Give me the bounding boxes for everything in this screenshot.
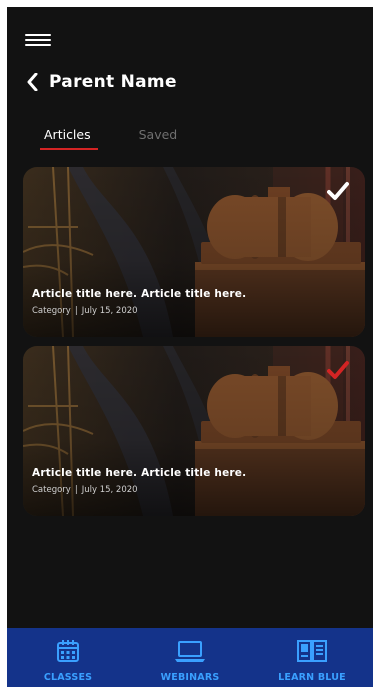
menu-icon[interactable] (25, 33, 51, 49)
nav-webinars[interactable]: WEBINARS (135, 628, 245, 687)
tab-saved-label: Saved (138, 127, 178, 142)
article-meta: Category | July 15, 2020 (32, 306, 138, 316)
article-title: Article title here. Article title here. (32, 467, 247, 479)
nav-classes-label: CLASSES (43, 672, 93, 683)
meta-separator: | (74, 485, 78, 495)
active-tab-indicator (40, 148, 98, 150)
tab-saved[interactable]: Saved (135, 127, 182, 157)
calendar-icon (56, 638, 80, 664)
article-card[interactable]: Article title here. Article title here. … (23, 167, 365, 337)
article-category: Category (32, 485, 71, 495)
article-category: Category (32, 306, 71, 316)
bookmark-check-icon[interactable] (327, 181, 349, 201)
back-chevron-icon[interactable] (23, 70, 41, 94)
nav-classes[interactable]: CLASSES (13, 628, 123, 687)
app-screen: Parent Name Articles Saved Article title… (7, 7, 373, 687)
meta-separator: | (74, 306, 78, 316)
article-title: Article title here. Article title here. (32, 288, 247, 300)
nav-webinars-label: WEBINARS (160, 672, 220, 683)
tab-articles[interactable]: Articles (40, 127, 98, 157)
tab-articles-label: Articles (44, 127, 91, 142)
bottom-nav: CLASSES WEBINARS LEARN BLUE (7, 628, 373, 687)
article-date: July 15, 2020 (81, 306, 138, 316)
article-date: July 15, 2020 (81, 485, 138, 495)
tab-bar: Articles Saved (40, 127, 181, 157)
page-header: Parent Name (23, 67, 177, 97)
book-icon (297, 638, 327, 664)
nav-learn-blue[interactable]: LEARN BLUE (257, 628, 367, 687)
article-card[interactable]: Article title here. Article title here. … (23, 346, 365, 516)
article-meta: Category | July 15, 2020 (32, 485, 138, 495)
bookmark-check-icon[interactable] (327, 360, 349, 380)
page-title: Parent Name (49, 72, 177, 92)
nav-learn-blue-label: LEARN BLUE (278, 672, 346, 683)
laptop-icon (174, 638, 206, 664)
